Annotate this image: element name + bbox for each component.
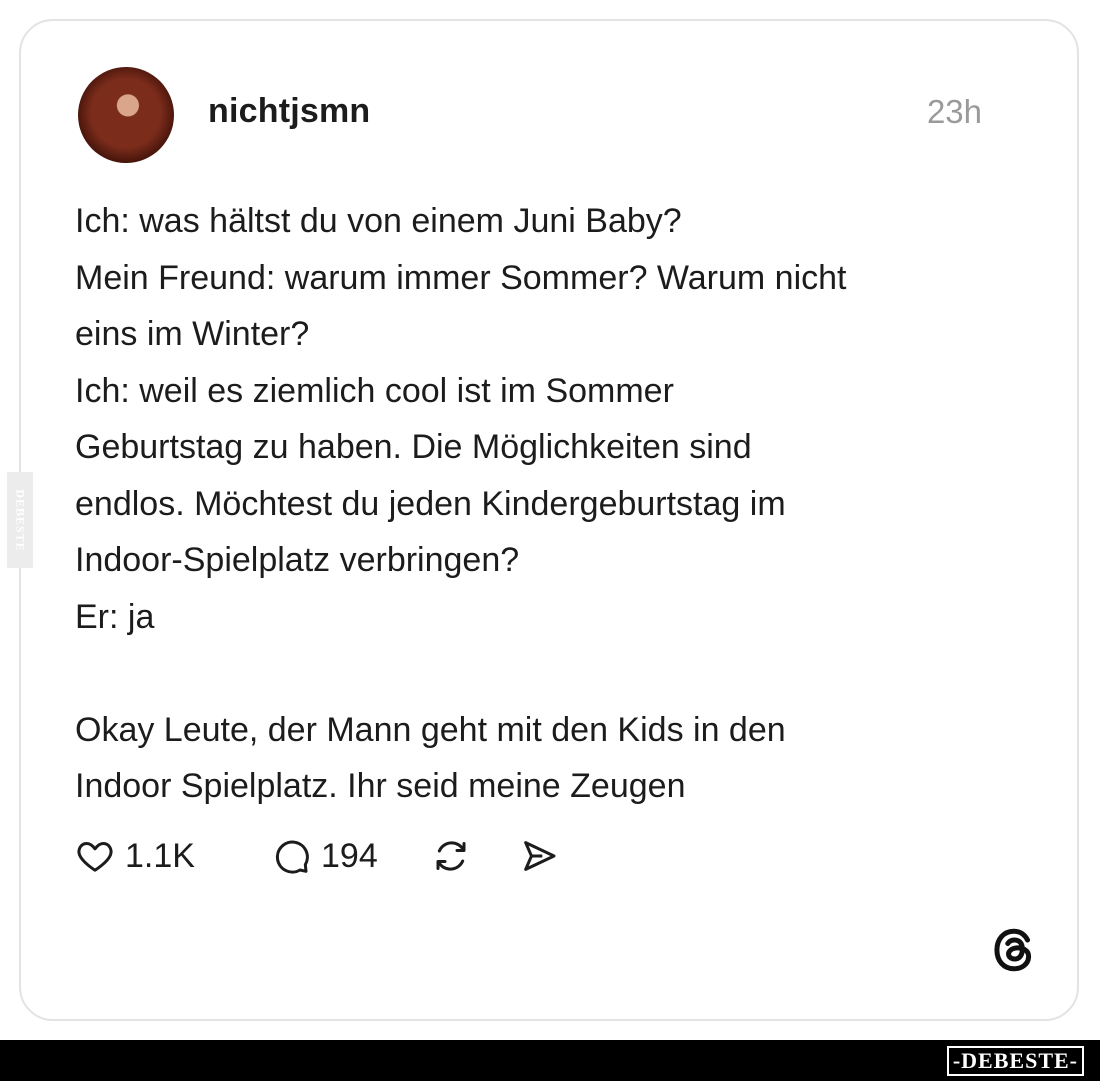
brand-watermark: -DEBESTE- [946,1046,1084,1076]
send-icon [519,836,559,876]
watermark-bar: -DEBESTE- [0,1040,1100,1081]
comment-button[interactable]: 194 [271,836,378,876]
avatar[interactable] [78,67,174,163]
threads-logo-icon [989,925,1039,975]
username[interactable]: nichtjsmn [208,92,370,131]
side-watermark: DEBESTE [7,472,33,568]
comment-bubble-icon [271,836,311,876]
like-count: 1.1K [125,836,195,875]
post-card: nichtjsmn 23h Ich: was hältst du von ein… [19,19,1079,1021]
repost-icon [431,836,471,876]
comment-count: 194 [321,836,378,875]
share-button[interactable] [519,836,559,876]
heart-icon [75,836,115,876]
post-time: 23h [926,93,982,130]
repost-button[interactable] [431,836,471,876]
post-text: Ich: was hältst du von einem Juni Baby? … [75,202,847,805]
like-button[interactable]: 1.1K [75,836,195,876]
side-watermark-text: DEBESTE [13,488,28,552]
